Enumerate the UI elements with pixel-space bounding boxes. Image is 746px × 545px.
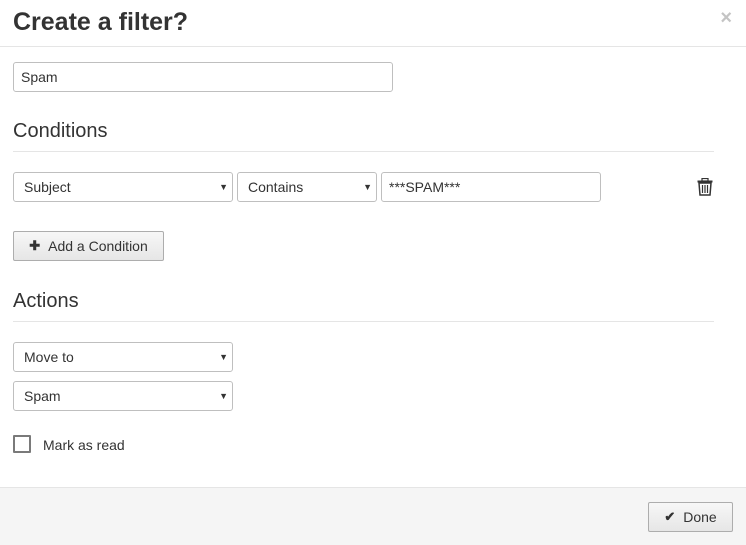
filter-name-input[interactable] [13, 62, 393, 92]
check-icon: ✔ [664, 509, 676, 524]
plus-icon: ✚ [29, 238, 41, 253]
mark-as-read-checkbox[interactable] [13, 435, 31, 453]
condition-operator-select[interactable]: Contains ▼ [237, 172, 377, 202]
dialog-header: Create a filter? × [0, 0, 746, 47]
add-condition-label: Add a Condition [48, 238, 148, 254]
action-target-value: Spam [24, 388, 61, 404]
chevron-down-icon: ▼ [219, 391, 228, 401]
chevron-down-icon: ▼ [219, 352, 228, 362]
action-type-select[interactable]: Move to ▼ [13, 342, 233, 372]
dialog-title: Create a filter? [13, 8, 189, 36]
action-type-value: Move to [24, 349, 74, 365]
condition-operator-value: Contains [248, 179, 304, 195]
dialog-footer: ✔ Done [0, 487, 746, 545]
done-label: Done [683, 509, 717, 525]
action-target-select[interactable]: Spam ▼ [13, 381, 233, 411]
actions-heading: Actions [13, 290, 79, 312]
conditions-heading: Conditions [13, 120, 108, 142]
close-icon[interactable]: × [720, 8, 732, 28]
chevron-down-icon: ▼ [219, 182, 228, 192]
condition-value-input[interactable] [381, 172, 601, 202]
condition-field-value: Subject [24, 179, 71, 195]
chevron-down-icon: ▼ [363, 182, 372, 192]
add-condition-button[interactable]: ✚ Add a Condition [13, 231, 164, 261]
conditions-divider [13, 151, 714, 152]
condition-field-select[interactable]: Subject ▼ [13, 172, 233, 202]
actions-divider [13, 321, 714, 322]
done-button[interactable]: ✔ Done [648, 502, 733, 532]
trash-icon[interactable] [697, 177, 713, 196]
mark-as-read-label: Mark as read [43, 437, 125, 453]
